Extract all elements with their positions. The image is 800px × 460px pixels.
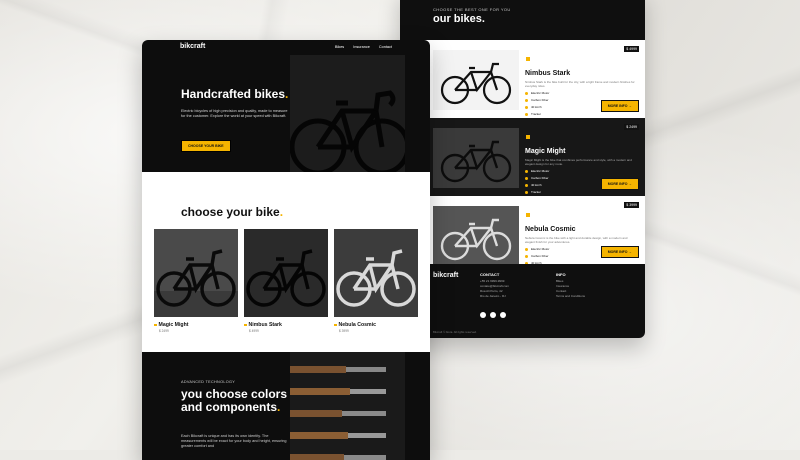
bike-info: Nebula Cosmic Nebula Cosmic is the bike … xyxy=(525,204,635,272)
technology-description: Each Bikcraft is unique and has its own … xyxy=(181,434,287,448)
bike-card-name: Magic Might xyxy=(154,322,238,328)
choose-bike-section: choose your bike. Magic Might $ 2499 Nim… xyxy=(142,172,430,352)
footer-logo: bikcraft xyxy=(433,272,459,279)
bike-name: Nebula Cosmic xyxy=(525,226,576,233)
accent-dot xyxy=(526,135,530,139)
hero-bike-image xyxy=(290,55,405,191)
bike-card-photo xyxy=(154,229,238,317)
nav-link-insurance[interactable]: Insurance xyxy=(353,45,370,49)
site-logo[interactable]: bikcraft xyxy=(180,43,205,50)
bike-row-magic-might: $ 2499 Magic Might Magic Might is the bi… xyxy=(400,118,645,196)
footer-contact-line: Rio de Janeiro - RJ xyxy=(480,294,506,298)
top-navigation: bikcraft Bikes Insurance Contact xyxy=(142,40,430,56)
bike-description: Nimbus Stark is the bike built for the c… xyxy=(525,80,635,88)
accent-dot xyxy=(526,57,530,61)
accent-dot xyxy=(526,213,530,217)
bikes-page-subtitle: CHOOSE THE BEST ONE FOR YOU xyxy=(433,7,511,12)
bike-card-magic-might[interactable]: Magic Might $ 2499 xyxy=(154,229,238,333)
bike-description: Nebula Cosmic is the bike with a light a… xyxy=(525,236,628,244)
footer-copyright: Bikcraft © Alura. All rights reserved. xyxy=(433,330,477,334)
bike-name: Magic Might xyxy=(525,148,566,155)
bike-card-price: $ 3999 xyxy=(339,329,349,333)
bike-description: Magic Might is the bike that combines pe… xyxy=(525,158,632,166)
choose-bike-button[interactable]: CHOOSE YOUR BIKE xyxy=(181,140,231,152)
bike-card-price: $ 4999 xyxy=(249,329,259,333)
bike-card-nebula-cosmic[interactable]: Nebula Cosmic $ 3999 xyxy=(334,229,418,333)
footer-info-title: INFO xyxy=(556,272,566,277)
instagram-icon[interactable] xyxy=(480,312,486,318)
tools-image xyxy=(290,352,405,460)
bike-card-name: Nebula Cosmic xyxy=(334,322,418,328)
bike-card-photo xyxy=(244,229,328,317)
bike-card-price: $ 2499 xyxy=(159,329,169,333)
footer-contact-list: +55 21 9999-9999 contato@bikcraft.com Ru… xyxy=(480,279,509,299)
bike-card-nimbus-stark[interactable]: Nimbus Stark $ 4999 xyxy=(244,229,328,333)
nav-link-bikes[interactable]: Bikes xyxy=(335,45,344,49)
nav-links: Bikes Insurance Contact xyxy=(335,45,392,49)
youtube-icon[interactable] xyxy=(500,312,506,318)
bike-photo xyxy=(433,206,519,266)
feature-item: Electric Motor xyxy=(525,169,635,173)
technology-title: you choose colors and components. xyxy=(181,387,288,414)
hero-title: Handcrafted bikes. xyxy=(181,87,289,101)
bike-card-photo xyxy=(334,229,418,317)
more-info-button[interactable]: MORE INFO → xyxy=(600,100,639,112)
bike-card-name: Nimbus Stark xyxy=(244,322,328,328)
bikes-page-title: our bikes. xyxy=(433,13,485,25)
nav-link-contact[interactable]: Contact xyxy=(379,45,392,49)
bike-row-nimbus-stark: $ 4999 Nimbus Stark Nimbus Stark is the … xyxy=(400,40,645,118)
hero-text: Handcrafted bikes. Electric bicycles of … xyxy=(181,88,291,119)
facebook-icon[interactable] xyxy=(490,312,496,318)
technology-section: ADVANCED TECHNOLOGY you choose colors an… xyxy=(142,352,430,460)
bike-photo xyxy=(433,50,519,110)
bike-name: Nimbus Stark xyxy=(525,70,571,77)
more-info-button[interactable]: MORE INFO → xyxy=(600,246,639,258)
bike-photo xyxy=(433,128,519,188)
choose-bike-title: choose your bike. xyxy=(181,205,284,219)
bike-row-nebula-cosmic: $ 3999 Nebula Cosmic Nebula Cosmic is th… xyxy=(400,196,645,272)
footer-info-list: Bikes Insurance Contact Terms and Condit… xyxy=(556,279,585,299)
footer-contact-title: CONTACT xyxy=(480,272,500,277)
feature-item: Tracker xyxy=(525,112,635,116)
hero-description: Electric bicycles of high precision and … xyxy=(181,109,288,118)
bikes-page-header: CHOOSE THE BEST ONE FOR YOU our bikes. xyxy=(400,0,645,40)
home-page-mockup: bikcraft Bikes Insurance Contact Handcra… xyxy=(142,40,430,460)
site-footer: bikcraft CONTACT +55 21 9999-9999 contat… xyxy=(400,264,645,338)
more-info-button[interactable]: MORE INFO → xyxy=(600,178,639,190)
footer-link[interactable]: Terms and Conditions xyxy=(556,294,585,299)
feature-item: Electric Motor xyxy=(525,91,635,95)
feature-item: Tracker xyxy=(525,190,635,194)
technology-label: ADVANCED TECHNOLOGY xyxy=(181,380,236,384)
bikes-page-mockup: CHOOSE THE BEST ONE FOR YOU our bikes. $… xyxy=(400,0,645,338)
